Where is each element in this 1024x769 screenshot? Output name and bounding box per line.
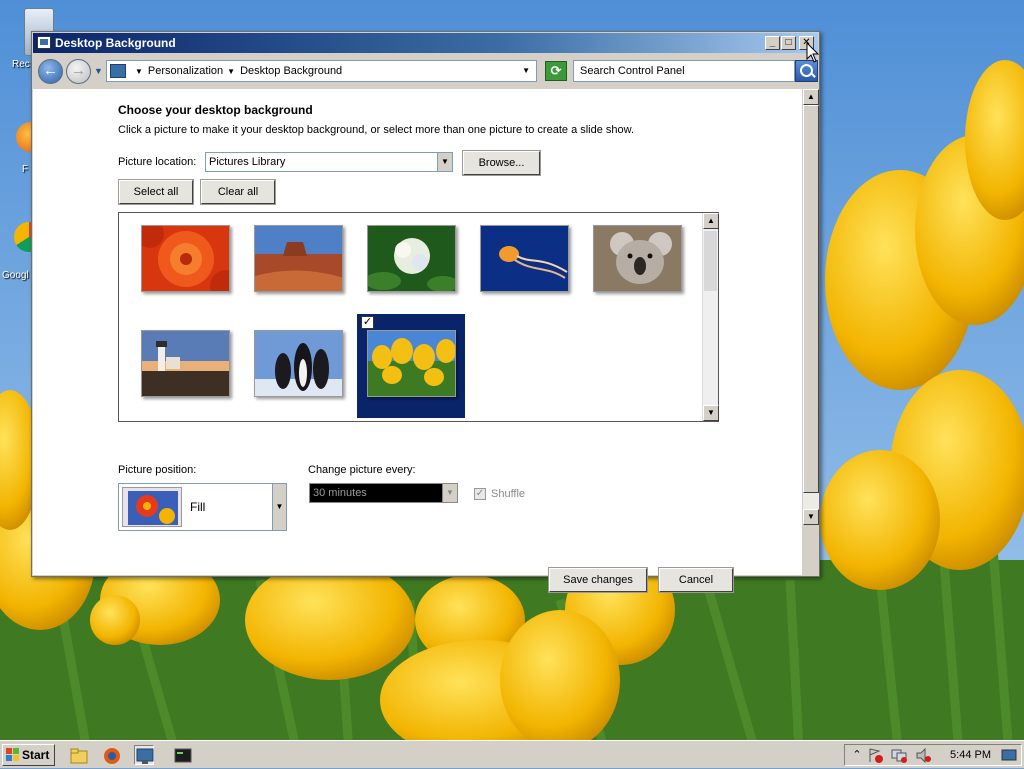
desert-icon	[254, 225, 343, 292]
selected-checkbox[interactable]: ✓	[361, 316, 374, 329]
back-arrow-icon: ←	[43, 62, 58, 79]
white-flowers-icon	[367, 225, 456, 292]
penguins-icon	[254, 330, 343, 397]
terminal-icon[interactable]	[172, 745, 192, 765]
shuffle-label: Shuffle	[491, 488, 526, 500]
show-desktop-icon[interactable]	[1001, 748, 1017, 763]
chevron-down-icon[interactable]: ▼	[227, 62, 235, 82]
volume-icon[interactable]	[915, 747, 931, 764]
refresh-button[interactable]: ⟳	[545, 61, 567, 81]
jellyfish-icon	[480, 225, 569, 292]
shuffle-checkbox[interactable]: ✓	[474, 488, 486, 500]
address-bar: ← → ▼ ▼ Personalization ▼ Desktop Backgroun…	[33, 54, 818, 88]
picture-location-select[interactable]: Pictures Library ▼	[205, 152, 453, 172]
koala-icon	[593, 225, 682, 292]
forward-arrow-icon: →	[71, 62, 86, 79]
clock[interactable]: 5:44 PM	[950, 745, 991, 765]
title-bar[interactable]: Desktop Background _ □ ✕	[33, 33, 818, 53]
chevron-down-icon[interactable]: ▼	[135, 62, 143, 82]
clear-all-button[interactable]: Clear all	[200, 179, 276, 205]
browse-button[interactable]: Browse...	[462, 150, 541, 176]
save-changes-button[interactable]: Save changes	[548, 567, 648, 593]
network-icon[interactable]	[891, 748, 907, 763]
yellow-tulips-icon	[367, 330, 456, 397]
back-button[interactable]: ←	[38, 59, 63, 84]
window-scroll-thumb[interactable]	[803, 105, 819, 493]
desktop-icon-label: Rec	[12, 59, 30, 70]
window-scrollbar[interactable]: ▲ ▼	[802, 89, 819, 525]
window-title: Desktop Background	[55, 36, 176, 50]
action-center-icon[interactable]	[867, 748, 883, 763]
fill-preview-icon	[122, 487, 182, 527]
picture-position-select[interactable]: Fill ▼	[118, 483, 287, 531]
show-hidden-icons-icon[interactable]: ⌃	[849, 748, 865, 763]
explorer-icon[interactable]	[68, 745, 88, 765]
picture-gallery: ✓ ▲ ▼	[118, 212, 719, 422]
scroll-up-icon[interactable]: ▲	[703, 213, 719, 229]
start-button[interactable]: Start	[2, 744, 55, 766]
select-all-button[interactable]: Select all	[118, 179, 194, 205]
windows-logo-icon	[6, 748, 19, 761]
desktop-icon-label: Googl	[2, 270, 29, 281]
scroll-down-icon[interactable]: ▼	[803, 509, 819, 525]
change-picture-select[interactable]: 30 minutes ▼	[309, 483, 458, 503]
chevron-down-icon[interactable]: ▼	[442, 484, 457, 502]
picture-item-koala[interactable]	[583, 214, 691, 318]
page-title: Choose your desktop background	[118, 103, 313, 117]
search-input[interactable]: Search Control Panel	[573, 60, 795, 82]
breadcrumb-item-desktop-background[interactable]: Desktop Background	[240, 65, 342, 77]
minimize-button[interactable]: _	[765, 36, 780, 50]
control-panel-icon	[37, 36, 51, 49]
firefox-icon[interactable]	[101, 745, 121, 765]
picture-item-tulips[interactable]: ✓	[357, 314, 465, 418]
maximize-button[interactable]: □	[781, 36, 796, 50]
taskbar: Start ⌃ 5:44 PM	[0, 740, 1024, 768]
main-content: Choose your desktop background Click a p…	[33, 89, 802, 593]
cancel-button[interactable]: Cancel	[658, 567, 734, 593]
picture-location-label: Picture location:	[118, 156, 197, 168]
gallery-scroll-thumb[interactable]	[704, 231, 717, 291]
scroll-down-icon[interactable]: ▼	[703, 405, 719, 421]
control-panel-taskbar-button[interactable]	[134, 745, 154, 765]
gallery-scrollbar[interactable]: ▲ ▼	[702, 213, 719, 421]
picture-item-chrysanthemum[interactable]	[131, 214, 239, 318]
mouse-cursor-icon	[806, 42, 820, 63]
picture-item-desert[interactable]	[244, 214, 352, 318]
picture-item-jellyfish[interactable]	[470, 214, 578, 318]
desktop-background-window: Desktop Background _ □ ✕ ← → ▼ ▼ Personal…	[31, 31, 820, 593]
refresh-icon: ⟳	[550, 63, 562, 78]
chevron-down-icon[interactable]: ▼	[272, 484, 286, 530]
forward-button[interactable]: →	[66, 59, 91, 84]
picture-item-penguins[interactable]	[244, 319, 352, 423]
picture-location-value: Pictures Library	[209, 156, 286, 168]
desktop-icon-label: F	[22, 164, 29, 175]
instruction-text: Click a picture to make it your desktop …	[118, 124, 635, 136]
scroll-up-icon[interactable]: ▲	[803, 89, 819, 105]
recent-pages-dropdown[interactable]: ▼	[94, 66, 103, 76]
lighthouse-icon	[141, 330, 230, 397]
picture-position-value: Fill	[190, 500, 206, 514]
address-dropdown-icon[interactable]: ▼	[522, 61, 530, 81]
breadcrumb[interactable]: ▼ Personalization ▼ Desktop Background ▼	[106, 60, 537, 82]
system-tray: ⌃ 5:44 PM	[844, 744, 1022, 766]
control-panel-icon	[110, 64, 126, 78]
change-picture-value: 30 minutes	[313, 487, 367, 499]
change-picture-label: Change picture every:	[308, 464, 416, 476]
start-label: Start	[22, 748, 50, 762]
picture-item-hydrangeas[interactable]	[357, 214, 465, 318]
red-flower-icon	[141, 225, 230, 292]
picture-position-label: Picture position:	[118, 464, 197, 476]
picture-item-lighthouse[interactable]	[131, 319, 239, 423]
chevron-down-icon[interactable]: ▼	[437, 153, 452, 171]
breadcrumb-item-personalization[interactable]: Personalization	[148, 65, 223, 77]
